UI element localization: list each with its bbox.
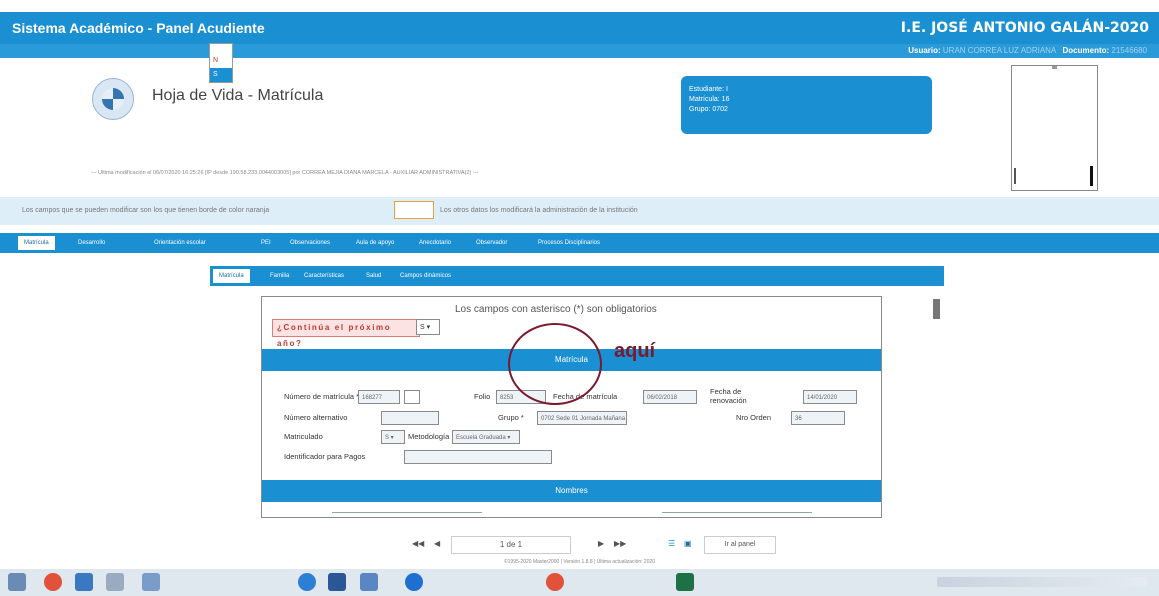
identificador-pagos-label: Identificador para Pagos xyxy=(284,452,366,461)
tab-orientacion-escolar[interactable]: Orientación escolar xyxy=(148,236,212,250)
field-outline xyxy=(332,512,482,513)
continue-next-year-dropdown: N S xyxy=(209,43,233,83)
numero-matricula-field[interactable]: 168277 xyxy=(358,390,400,404)
browser-window-icon[interactable] xyxy=(405,573,423,591)
nro-orden-label: Nro Orden xyxy=(736,413,772,422)
tab-pei[interactable]: PEI xyxy=(255,236,277,250)
section-nombres: Nombres xyxy=(262,480,881,502)
nro-orden-field[interactable]: 36 xyxy=(791,411,845,425)
fecha-renovacion-label: Fecha de renovación xyxy=(710,387,747,405)
last-page-icon[interactable]: ▶▶ xyxy=(614,539,626,548)
fecha-renovacion-field[interactable]: 14/01/2020 xyxy=(803,390,857,404)
chrome-window-icon[interactable] xyxy=(546,573,564,591)
numero-alternativo-label: Número alternativo xyxy=(284,413,348,422)
app-icon[interactable] xyxy=(142,573,160,591)
user-bar: Usuario: URAN CORREA LUZ ADRIANA Documen… xyxy=(0,44,1159,58)
grupo-value: 0702 Sede 01 Jornada Mañana xyxy=(541,416,626,422)
metodologia-value: Escuela Graduada xyxy=(456,435,506,441)
save-icon[interactable]: ▣ xyxy=(684,539,692,548)
photo-mark xyxy=(1052,66,1057,69)
user-value: URAN CORREA LUZ ADRIANA xyxy=(942,46,1056,55)
tab-matricula[interactable]: Matrícula xyxy=(18,236,55,250)
metodologia-label: Metodología xyxy=(408,432,450,441)
grupo-label: Grupo * xyxy=(498,413,524,422)
student-info-box: Estudiante: I Matrícula: 16 Grupo: 0702 xyxy=(681,76,932,134)
matriculado-select[interactable]: S ▾ xyxy=(381,430,405,444)
subtab-campos-dinamicos[interactable]: Campos dinámicos xyxy=(394,269,457,283)
annotation-circle xyxy=(508,323,602,405)
subtab-matricula[interactable]: Matrícula xyxy=(213,269,250,283)
tab-anecdotario[interactable]: Anecdotario xyxy=(413,236,457,250)
sub-tabs: Matrícula Familia Características Salud … xyxy=(210,266,944,286)
next-page-icon[interactable]: ▶ xyxy=(598,539,604,548)
export-icon[interactable]: ☰ xyxy=(668,539,675,548)
document-label: Documento: xyxy=(1062,46,1110,55)
orange-border-swatch xyxy=(394,201,434,219)
continue-next-year-label: ¿Continúa el próximo año? xyxy=(272,319,420,348)
field-outline xyxy=(662,512,812,513)
matriculado-label: Matriculado xyxy=(284,432,323,441)
subtab-salud[interactable]: Salud xyxy=(360,269,387,283)
user-info: Usuario: URAN CORREA LUZ ADRIANA Documen… xyxy=(908,46,1147,55)
annotation-text: aquí xyxy=(614,340,656,362)
system-tray[interactable] xyxy=(937,577,1147,587)
info-text-right: Los otros datos los modificará la admini… xyxy=(440,207,638,214)
app-icon[interactable] xyxy=(360,573,378,591)
dropdown-option-n[interactable]: N xyxy=(210,54,232,68)
prev-page-icon[interactable]: ◀ xyxy=(434,539,440,548)
excel-icon[interactable] xyxy=(676,573,694,591)
info-bar: Los campos que se pueden modificar son l… xyxy=(0,197,1159,225)
tab-aula-de-apoyo[interactable]: Aula de apoyo xyxy=(350,236,400,250)
matriculado-value: S xyxy=(385,435,390,441)
student-group: Grupo: 0702 xyxy=(689,106,728,113)
photo-mark xyxy=(1014,168,1016,184)
app-icon[interactable] xyxy=(106,573,124,591)
required-fields-note: Los campos con asterisco (*) son obligat… xyxy=(455,304,657,315)
student-photo xyxy=(1011,65,1098,191)
school-logo-icon xyxy=(92,78,134,120)
page-indicator: 1 de 1 xyxy=(451,536,571,554)
continue-next-year-select[interactable]: S ▾ xyxy=(416,319,440,335)
tab-observaciones[interactable]: Observaciones xyxy=(284,236,336,250)
form-scrollbar[interactable] xyxy=(933,299,940,319)
user-label: Usuario: xyxy=(908,46,941,55)
tab-procesos-disciplinarios[interactable]: Procesos Disciplinarios xyxy=(532,236,606,250)
numero-alternativo-field[interactable] xyxy=(381,411,439,425)
tab-observador[interactable]: Observador xyxy=(470,236,513,250)
numero-matricula-label: Número de matrícula * xyxy=(284,392,360,401)
info-text-left: Los campos que se pueden modificar son l… xyxy=(22,207,270,214)
page-title: Hoja de Vida - Matrícula xyxy=(152,87,324,104)
metodologia-select[interactable]: Escuela Graduada ▾ xyxy=(452,430,520,444)
fecha-matricula-field[interactable]: 06/02/2018 xyxy=(643,390,697,404)
identificador-pagos-field[interactable] xyxy=(404,450,552,464)
document-value: 21546680 xyxy=(1111,46,1147,55)
subtab-familia[interactable]: Familia xyxy=(264,269,295,283)
top-bar: Sistema Académico - Panel Acudiente I.E.… xyxy=(0,12,1159,44)
student-name: Estudiante: I xyxy=(689,86,728,93)
student-matricula: Matrícula: 16 xyxy=(689,96,730,103)
footer: ©1995-2020 Master2000 | Versión 1.8.8 | … xyxy=(503,559,656,565)
first-page-icon[interactable]: ◀◀ xyxy=(412,539,424,548)
school-name: I.E. JOSÉ ANTONIO GALÁN-2020 xyxy=(900,20,1149,36)
tab-desarrollo[interactable]: Desarrollo xyxy=(72,236,111,250)
numero-matricula-button[interactable] xyxy=(404,390,420,404)
app-title: Sistema Académico - Panel Acudiente xyxy=(12,20,265,36)
word-icon[interactable] xyxy=(328,573,346,591)
start-icon[interactable] xyxy=(8,573,26,591)
folio-label: Folio xyxy=(474,392,491,401)
browser-icon[interactable] xyxy=(298,573,316,591)
last-modified-note: --- Ultima modificación el 06/07/2020 16… xyxy=(91,170,479,176)
dropdown-option-s[interactable]: S xyxy=(210,68,232,82)
main-tabs: Matrícula Desarrollo Orientación escolar… xyxy=(0,233,1159,253)
continue-next-year-value: S xyxy=(420,324,425,331)
go-to-panel-button[interactable]: Ir al panel xyxy=(704,536,776,554)
file-explorer-icon[interactable] xyxy=(75,573,93,591)
taskbar xyxy=(0,569,1159,596)
grupo-select[interactable]: 0702 Sede 01 Jornada Mañana ▾ xyxy=(537,411,627,425)
chrome-icon[interactable] xyxy=(44,573,62,591)
pager: ◀◀ ◀ 1 de 1 ▶ ▶▶ ☰ ▣ Ir al panel xyxy=(0,535,1159,555)
photo-mark xyxy=(1090,166,1093,186)
subtab-caracteristicas[interactable]: Características xyxy=(298,269,350,283)
